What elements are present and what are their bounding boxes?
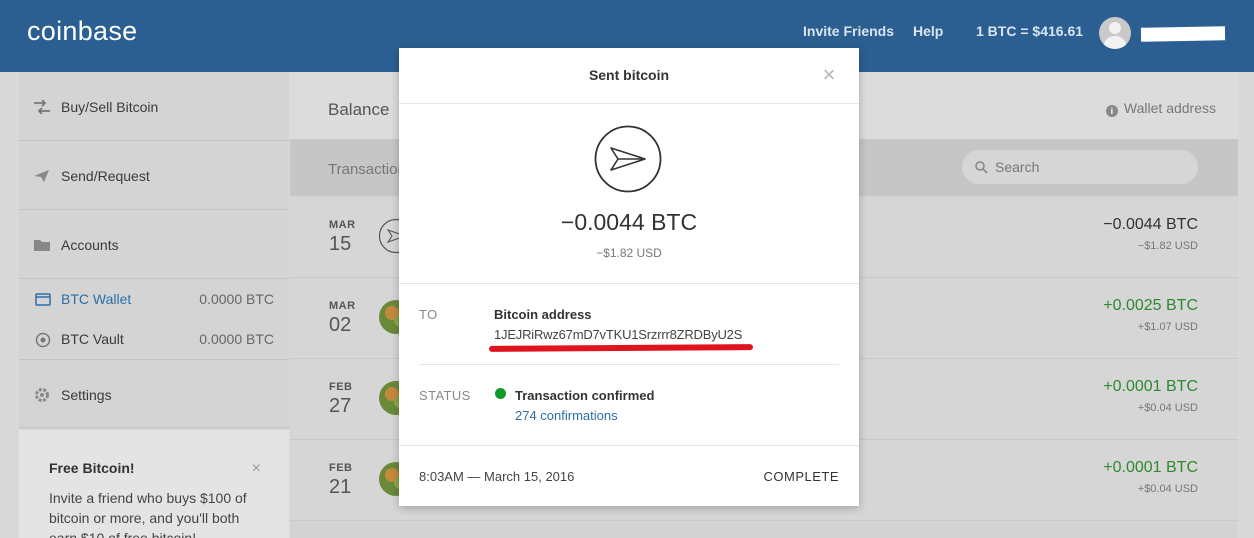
status-dot-icon <box>495 388 506 399</box>
search-input[interactable]: Search <box>962 150 1198 184</box>
tx-amount: +0.0001 BTC <box>1103 378 1198 395</box>
wallet-balance: 0.0000 BTC <box>199 331 274 347</box>
transaction-time: 8:03AM — March 15, 2016 <box>419 469 575 484</box>
wallet-icon <box>35 293 51 306</box>
wallet-label: BTC Vault <box>61 331 124 347</box>
bitcoin-address: 1JEJRiRwz67mD7vTKU1Srzrrr8ZRDByU2S <box>494 327 743 342</box>
tx-month: MAR <box>329 219 356 231</box>
sidebar-item-label: Settings <box>61 387 112 403</box>
help-link[interactable]: Help <box>913 23 943 39</box>
modal-header: Sent bitcoin × <box>399 48 859 104</box>
wallet-label: BTC Wallet <box>61 291 132 307</box>
divider <box>419 364 839 365</box>
folder-icon <box>34 240 50 251</box>
free-bitcoin-promo: Free Bitcoin! Invite a friend who buys $… <box>19 430 289 538</box>
coinbase-logo[interactable]: coinbase <box>27 16 137 47</box>
tx-month: MAR <box>329 300 356 312</box>
complete-status: COMPLETE <box>763 469 839 484</box>
promo-text: Invite a friend who buys $100 of bitcoin… <box>49 490 247 538</box>
tx-day: 27 <box>329 395 352 417</box>
tx-day: 02 <box>329 314 352 336</box>
to-label: TO <box>419 307 438 322</box>
wallet-balance: 0.0000 BTC <box>199 291 274 307</box>
sent-bitcoin-modal: Sent bitcoin × −0.0044 BTC −$1.82 USD TO… <box>399 48 859 506</box>
tx-usd: +$0.04 USD <box>1137 483 1198 495</box>
tx-amount: +0.0001 BTC <box>1103 459 1198 476</box>
search-placeholder: Search <box>995 159 1040 175</box>
sidebar-item-send-request[interactable]: Send/Request <box>19 141 289 210</box>
divider <box>399 445 859 446</box>
sent-amount-usd: −$1.82 USD <box>596 246 662 260</box>
tx-day: 21 <box>329 476 352 498</box>
gear-icon <box>35 388 49 402</box>
btc-price: 1 BTC = $416.61 <box>976 23 1084 39</box>
balance-title: Balance <box>328 100 390 119</box>
sidebar-item-label: Accounts <box>61 237 119 253</box>
wallet-address-link[interactable]: i Wallet address <box>1105 100 1216 117</box>
tx-usd: −$1.82 USD <box>1137 240 1198 252</box>
status-text: Transaction confirmed <box>515 388 655 403</box>
modal-title: Sent bitcoin <box>588 67 670 83</box>
invite-friends-link[interactable]: Invite Friends <box>803 23 894 39</box>
tx-month: FEB <box>329 381 353 393</box>
tx-day: 15 <box>329 233 352 255</box>
sidebar-item-settings[interactable]: Settings <box>19 360 289 428</box>
status-label: STATUS <box>419 388 471 403</box>
vault-icon <box>35 332 51 348</box>
bitcoin-address-title: Bitcoin address <box>494 307 592 322</box>
sidebar-item-btc-vault[interactable]: BTC Vault 0.0000 BTC <box>19 319 289 360</box>
paper-plane-icon <box>34 170 49 182</box>
tx-amount: −0.0044 BTC <box>1103 216 1198 233</box>
wallet-address-label: Wallet address <box>1123 100 1216 116</box>
sent-amount-btc: −0.0044 BTC <box>560 209 698 235</box>
tx-usd: +$0.04 USD <box>1137 402 1198 414</box>
promo-title: Free Bitcoin! <box>49 460 135 476</box>
sidebar-item-label: Send/Request <box>61 168 150 184</box>
sidebar-item-buy-sell[interactable]: Buy/Sell Bitcoin <box>19 72 289 141</box>
confirmations-link[interactable]: 274 confirmations <box>515 408 618 423</box>
avatar[interactable] <box>1099 17 1131 49</box>
close-icon[interactable]: × <box>252 460 261 478</box>
tx-month: FEB <box>329 462 353 474</box>
info-icon: i <box>1105 105 1118 117</box>
paper-plane-icon <box>594 125 662 193</box>
red-underline-annotation <box>488 344 754 352</box>
tx-amount: +0.0025 BTC <box>1103 297 1198 314</box>
sidebar-item-btc-wallet[interactable]: BTC Wallet 0.0000 BTC <box>19 279 289 319</box>
sidebar: Buy/Sell Bitcoin Send/Request Accounts B… <box>19 72 289 538</box>
exchange-icon <box>34 100 50 114</box>
search-icon <box>975 161 988 174</box>
divider <box>399 283 859 284</box>
sidebar-item-accounts[interactable]: Accounts <box>19 210 289 279</box>
sidebar-item-label: Buy/Sell Bitcoin <box>61 99 159 115</box>
tx-usd: +$1.07 USD <box>1137 321 1198 333</box>
redacted-username <box>1140 26 1226 42</box>
close-icon[interactable]: × <box>818 64 840 86</box>
